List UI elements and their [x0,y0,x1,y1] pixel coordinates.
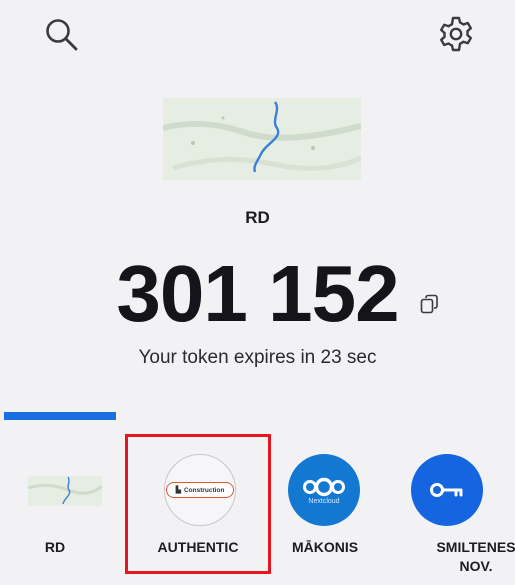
account-tile-label: AUTHENTIC [157,539,239,555]
token-expiry-text: Your token expires in 23 sec [138,347,377,368]
map-thumbnail-icon [163,98,361,180]
account-map-image [163,98,361,180]
settings-button[interactable] [434,12,478,56]
account-tiles: RD ▙ Construction AUTHENTIC Nextcloud MĀK… [0,430,515,585]
top-bar [0,0,515,70]
account-tile-label: RD [44,539,66,555]
copy-button[interactable] [419,293,441,315]
construction-logo: ▙ Construction [166,482,234,498]
token-progress-fill [4,412,116,420]
nextcloud-logo-text: Nextcloud [308,498,340,505]
construction-logo-icon: ▙ Construction [164,454,236,526]
token-progress-bar [4,412,512,420]
account-tile-rd[interactable]: RD [0,430,120,575]
account-tile-label: MĀKONIS [291,539,359,555]
account-tile-makonis[interactable]: Nextcloud MĀKONIS [260,430,390,575]
account-name: RD [245,208,270,227]
account-tile-label: SMILTENES NOV. [436,539,515,574]
token-code[interactable]: 301 152 [116,254,399,334]
nextcloud-logo-icon: Nextcloud [288,454,360,526]
key-icon [411,454,483,526]
search-button[interactable] [40,13,84,57]
gear-icon [440,16,472,52]
search-icon [46,19,78,51]
account-tile-smiltenes[interactable]: SMILTENES NOV. [375,430,515,575]
account-tile-authentic[interactable]: ▙ Construction AUTHENTIC [133,430,263,575]
map-thumbnail-icon [28,476,102,506]
copy-icon [420,294,438,314]
